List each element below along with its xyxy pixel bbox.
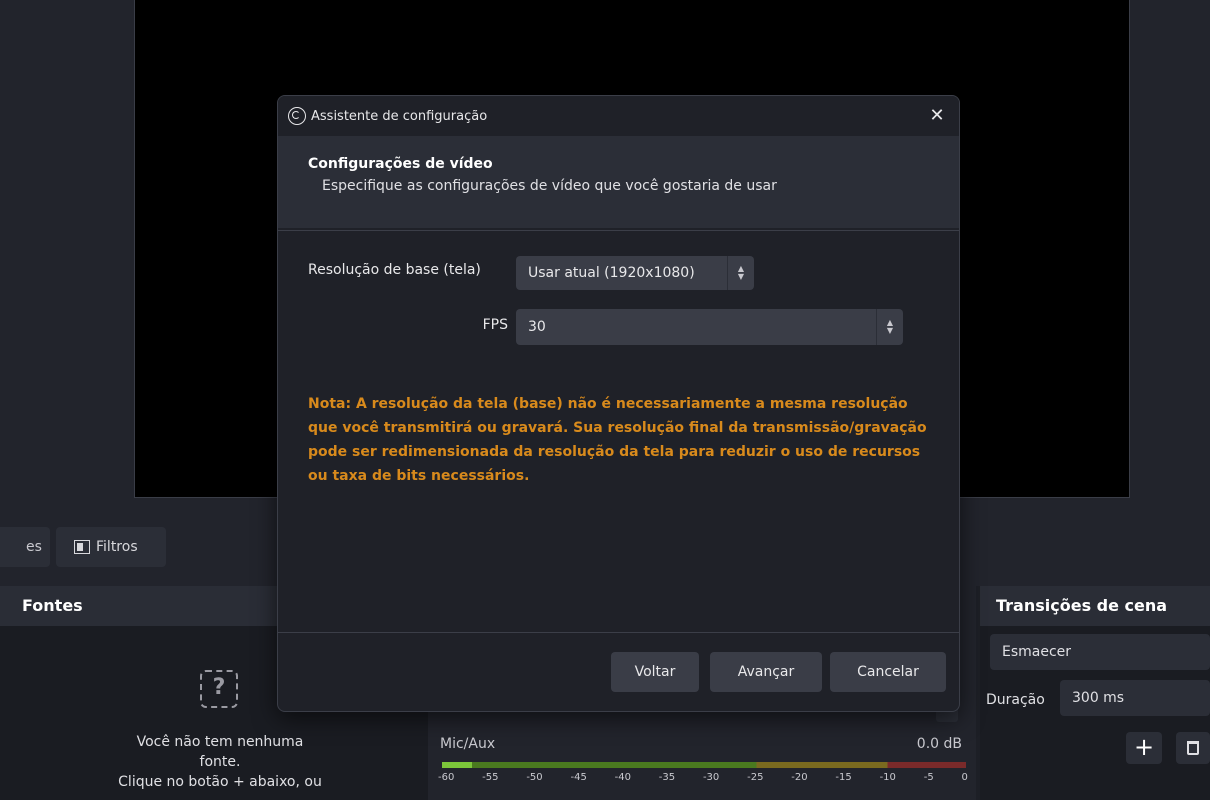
- meter-tick: -30: [702, 772, 720, 783]
- sources-empty-message: Você não tem nenhuma fonte. Clique no bo…: [70, 732, 370, 792]
- base-resolution-select[interactable]: Usar atual (1920x1080) ▲ ▼: [516, 256, 754, 290]
- setup-wizard-dialog: Assistente de configuração ✕ Configuraçõ…: [277, 95, 960, 712]
- properties-button[interactable]: es: [0, 527, 50, 567]
- question-icon: ?: [200, 670, 238, 708]
- base-resolution-label: Resolução de base (tela): [308, 262, 481, 278]
- footer-divider: [278, 632, 959, 633]
- mixer-channel-db: 0.0 dB: [916, 736, 962, 752]
- properties-button-label: es: [26, 539, 42, 555]
- close-button[interactable]: ✕: [925, 104, 949, 128]
- transition-select[interactable]: Esmaecer: [990, 634, 1210, 670]
- meter-tick: -40: [614, 772, 631, 783]
- mixer-channel-name: Mic/Aux: [440, 736, 496, 752]
- meter-tick: -55: [482, 772, 499, 783]
- header-divider: [278, 230, 959, 231]
- meter-tick: -45: [570, 772, 587, 783]
- meter-tick: -35: [658, 772, 676, 783]
- meter-tick: -5: [923, 772, 934, 783]
- meter-tick: -10: [879, 772, 896, 783]
- wizard-header: Configurações de vídeo Especifique as co…: [278, 136, 959, 228]
- dialog-title: Assistente de configuração: [311, 108, 488, 124]
- empty-message-line: Você não tem nenhuma: [136, 734, 304, 750]
- add-transition-button[interactable]: +: [1126, 732, 1162, 764]
- base-resolution-value: Usar atual (1920x1080): [528, 265, 695, 281]
- meter-tick: -25: [747, 772, 764, 783]
- volume-meter-level: [442, 762, 472, 768]
- filters-button[interactable]: Filtros: [56, 527, 166, 567]
- duration-label: Duração: [986, 692, 1045, 708]
- cancel-button[interactable]: Cancelar: [830, 652, 946, 692]
- resolution-note: Nota: A resolução da tela (base) não é n…: [308, 396, 927, 484]
- empty-message-line: Clique no botão + abaixo, ou: [118, 774, 322, 790]
- page-title: Configurações de vídeo: [308, 156, 493, 172]
- filters-icon: [74, 540, 90, 554]
- meter-tick: -20: [791, 772, 808, 783]
- volume-meter: [442, 762, 966, 768]
- scene-transitions-dock: Transições de cena Esmaecer Duração 300 …: [980, 586, 1210, 800]
- chevron-updown-icon: ▲ ▼: [727, 256, 754, 290]
- meter-tick: -15: [835, 772, 852, 783]
- empty-message-line: fonte.: [199, 754, 241, 770]
- meter-ticks: -60 -55 -50 -45 -40 -35 -30 -25 -20 -15 …: [438, 772, 968, 783]
- chevron-updown-icon: ▲ ▼: [876, 309, 903, 345]
- next-button[interactable]: Avançar: [710, 652, 822, 692]
- meter-tick: -60: [438, 772, 455, 783]
- page-subtitle: Especifique as configurações de vídeo qu…: [322, 178, 777, 194]
- filters-button-label: Filtros: [96, 539, 138, 555]
- trash-icon[interactable]: [1176, 732, 1210, 764]
- fps-select[interactable]: 30 ▲ ▼: [516, 309, 903, 345]
- obs-logo-icon: [288, 107, 306, 125]
- transitions-dock-title: Transições de cena: [980, 586, 1210, 626]
- duration-input[interactable]: 300 ms: [1060, 680, 1210, 716]
- fps-label: FPS: [482, 317, 508, 333]
- back-button[interactable]: Voltar: [611, 652, 699, 692]
- meter-tick: -50: [526, 772, 543, 783]
- dialog-titlebar: Assistente de configuração ✕: [278, 96, 959, 136]
- meter-tick: 0: [961, 772, 968, 783]
- fps-value: 30: [528, 319, 546, 335]
